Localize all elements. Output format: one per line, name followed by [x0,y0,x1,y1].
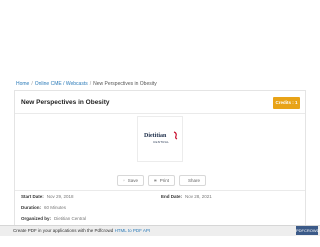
organizer-label: Organized by: [21,216,52,221]
duration: Duration: 60 Minutes [21,205,66,210]
breadcrumb-home-link[interactable]: Home [16,81,29,87]
breadcrumb-separator: / [89,81,92,87]
end-date: End Date: Nov 28, 2021 [161,194,212,199]
end-date-label: End Date: [161,194,183,199]
duration-value: 60 Minutes [44,205,67,210]
credits-badge: Credits : 1 [273,97,300,109]
pdf-banner-text: Create PDF in your applications with the… [13,228,114,233]
page-top-blank [0,0,320,76]
divider [15,190,305,191]
printer-icon [154,179,157,182]
page-title: New Perspectives in Obesity [21,99,110,106]
pdfcrowd-badge[interactable]: PDFCROWD [296,226,320,235]
start-date-value: Nov 29, 2018 [46,194,74,199]
pdf-banner: Create PDF in your applications with the… [0,225,320,236]
print-label: Print [159,178,169,183]
organizer: Organized by: Dietitian Central [21,216,86,221]
logo-name: Dietitian [144,133,167,139]
pdf-api-link[interactable]: HTML to PDF API [115,228,151,233]
share-button[interactable]: Share [179,175,206,186]
heart-icon [123,179,125,182]
breadcrumb-current: New Perspectives in Obesity [93,81,157,87]
breadcrumb-webcasts-link[interactable]: Online CME / Webcasts [35,81,88,87]
logo-mark-icon [173,131,178,140]
end-date-value: Nov 28, 2021 [185,194,212,199]
course-logo: Dietitian CENTRAL [137,116,183,162]
course-card: New Perspectives in Obesity Credits : 1 … [14,90,306,236]
share-label: Share [188,178,201,183]
breadcrumb-separator: / [31,81,33,87]
duration-label: Duration: [21,205,41,210]
action-buttons: Save Print Share [117,175,206,187]
logo-subtitle: CENTRAL [153,140,170,144]
divider [15,113,305,114]
start-date-label: Start Date: [21,194,44,199]
start-date: Start Date: Nov 29, 2018 [21,194,74,199]
save-button[interactable]: Save [117,175,144,186]
print-button[interactable]: Print [148,175,175,186]
breadcrumb: Home / Online CME / Webcasts / New Perspecti… [16,81,157,87]
course-header: New Perspectives in Obesity Credits : 1 [15,91,305,113]
organizer-value: Dietitian Central [54,216,87,221]
save-label: Save [127,178,138,183]
